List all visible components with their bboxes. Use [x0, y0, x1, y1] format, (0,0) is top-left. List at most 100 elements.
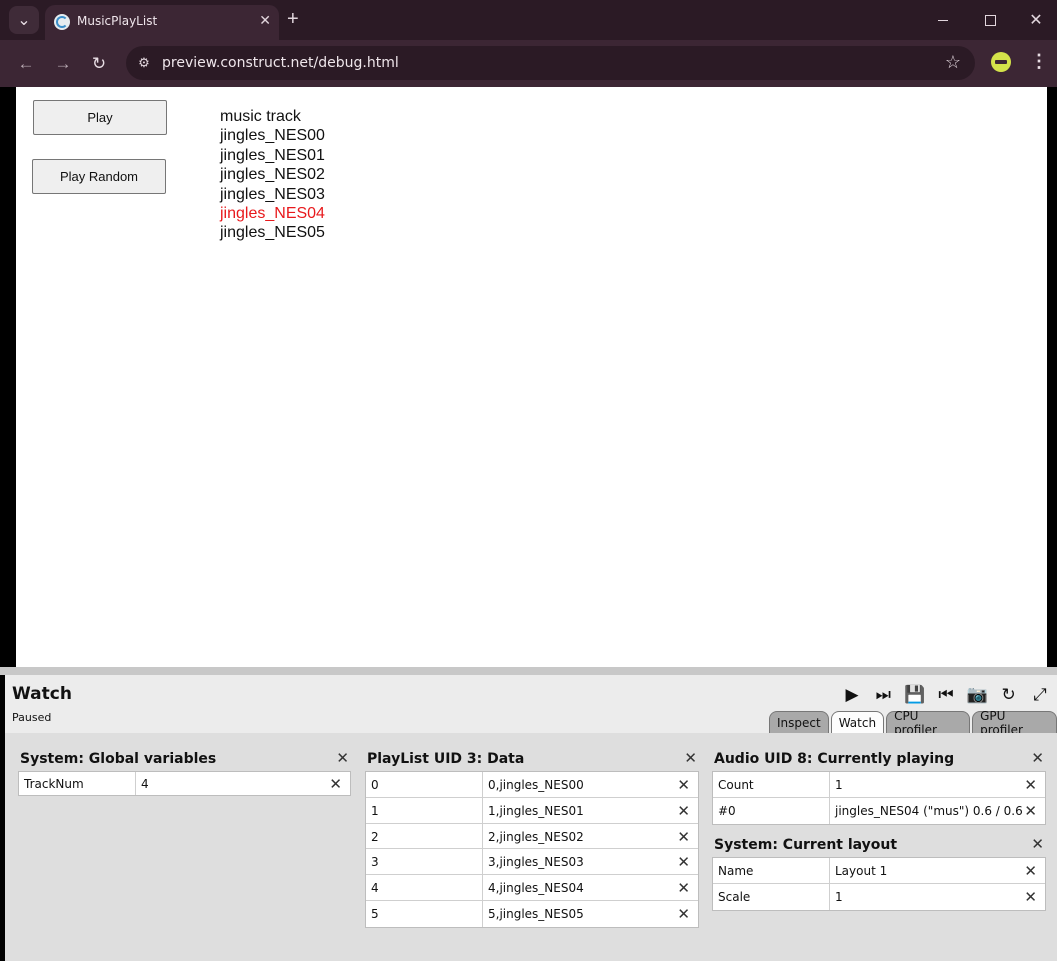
remove-section-icon[interactable]: ✕: [1031, 749, 1044, 767]
watch-value[interactable]: 0,jingles_NES00: [483, 772, 589, 797]
tab-inspect[interactable]: Inspect: [769, 711, 829, 733]
watch-row: 4 4,jingles_NES04 ✕: [366, 875, 698, 901]
debugger-panel: Watch Paused ▶ ⏭ 💾 ⏮ 📷 ↻ ⤢ Inspect Watch…: [5, 675, 1057, 961]
browser-titlebar: ⌄ MusicPlayList ✕ + ✕: [0, 0, 1057, 40]
remove-section-icon[interactable]: ✕: [336, 749, 349, 767]
tab-title: MusicPlayList: [77, 14, 158, 28]
watch-value[interactable]: 4,jingles_NES04: [483, 875, 589, 900]
watch-row: 3 3,jingles_NES03 ✕: [366, 849, 698, 876]
track-item: jingles_NES05: [220, 224, 325, 242]
watch-value[interactable]: 1,jingles_NES01: [483, 798, 589, 823]
forward-icon[interactable]: →: [51, 52, 75, 76]
watch-row: 2 2,jingles_NES02 ✕: [366, 823, 698, 850]
tab-gpu-profiler[interactable]: GPU profiler: [972, 709, 1057, 737]
remove-section-icon[interactable]: ✕: [1031, 835, 1044, 853]
debugger-status: Paused: [12, 711, 52, 724]
tab-list-icon[interactable]: ⌄: [9, 6, 39, 34]
extension-icon[interactable]: [991, 52, 1011, 72]
close-icon[interactable]: ✕: [259, 12, 271, 29]
browser-toolbar: ← → ↻ ⚙ preview.construct.net/debug.html…: [0, 40, 1057, 87]
watch-value[interactable]: 1: [830, 884, 848, 910]
plus-icon[interactable]: +: [287, 8, 299, 30]
watch-key: 5: [366, 900, 483, 927]
tab-cpu-profiler[interactable]: CPU profiler: [886, 709, 971, 737]
back-icon[interactable]: ←: [14, 52, 38, 76]
step-icon[interactable]: ⏭: [872, 685, 894, 705]
watch-row: Count 1 ✕: [713, 772, 1045, 798]
watch-area: System: Global variables ✕ TrackNum 4 ✕ …: [5, 733, 1057, 961]
watch-section-current-layout: System: Current layout ✕ Name Layout 1 ✕…: [712, 831, 1046, 911]
track-list: music track jingles_NES00 jingles_NES01 …: [220, 107, 325, 243]
watch-key: Count: [713, 772, 830, 797]
watch-row: 5 5,jingles_NES05 ✕: [366, 900, 698, 927]
tab-watch[interactable]: Watch: [830, 711, 885, 733]
watch-row: Scale 1 ✕: [713, 883, 1045, 910]
remove-watch-icon[interactable]: ✕: [677, 879, 690, 897]
remove-watch-icon[interactable]: ✕: [1024, 862, 1037, 880]
track-item-playing: jingles_NES04: [220, 205, 325, 223]
address-bar[interactable]: ⚙ preview.construct.net/debug.html ☆: [126, 46, 975, 80]
watch-key: TrackNum: [19, 772, 136, 795]
reload-icon[interactable]: ↻: [87, 52, 111, 76]
track-item: jingles_NES01: [220, 146, 325, 164]
watch-key: 2: [366, 823, 483, 849]
debugger-toolbar: ▶ ⏭ 💾 ⏮ 📷 ↻ ⤢: [841, 685, 1051, 705]
maximize-icon[interactable]: [975, 8, 1005, 32]
watch-value[interactable]: 4: [136, 772, 154, 795]
camera-icon[interactable]: 📷: [966, 685, 988, 705]
close-window-icon[interactable]: ✕: [1021, 8, 1051, 32]
watch-table: 0 0,jingles_NES00 ✕ 1 1,jingles_NES01 ✕ …: [365, 771, 699, 928]
reload-icon[interactable]: ↻: [998, 685, 1020, 705]
remove-watch-icon[interactable]: ✕: [1024, 802, 1037, 820]
watch-section-global-variables: System: Global variables ✕ TrackNum 4 ✕: [18, 745, 351, 796]
site-info-icon[interactable]: ⚙: [136, 55, 152, 71]
watch-section-playlist-data: PlayList UID 3: Data ✕ 0 0,jingles_NES00…: [365, 745, 699, 928]
remove-watch-icon[interactable]: ✕: [677, 776, 690, 794]
remove-watch-icon[interactable]: ✕: [677, 853, 690, 871]
watch-row: TrackNum 4 ✕: [19, 772, 350, 795]
watch-table: TrackNum 4 ✕: [18, 771, 351, 796]
track-item: jingles_NES00: [220, 127, 325, 145]
remove-watch-icon[interactable]: ✕: [677, 828, 690, 846]
restart-icon[interactable]: ⏮: [935, 685, 957, 705]
remove-watch-icon[interactable]: ✕: [677, 802, 690, 820]
play-icon[interactable]: ▶: [841, 685, 863, 705]
watch-key: Name: [713, 858, 830, 883]
watch-value[interactable]: 1: [830, 772, 848, 797]
more-icon[interactable]: ⋮: [1030, 51, 1048, 72]
remove-watch-icon[interactable]: ✕: [329, 775, 342, 793]
track-list-header: music track: [220, 108, 301, 125]
remove-watch-icon[interactable]: ✕: [677, 905, 690, 923]
browser-tab[interactable]: MusicPlayList ✕: [45, 5, 279, 40]
page-viewport: Play Play Random music track jingles_NES…: [0, 87, 1057, 667]
section-title: Audio UID 8: Currently playing: [714, 751, 955, 767]
watch-key: 0: [366, 772, 483, 797]
url-text[interactable]: preview.construct.net/debug.html: [162, 55, 399, 71]
watch-key: 3: [366, 849, 483, 875]
remove-watch-icon[interactable]: ✕: [1024, 888, 1037, 906]
watch-table: Count 1 ✕ #0 jingles_NES04 ("mus") 0.6 /…: [712, 771, 1046, 825]
watch-value[interactable]: 2,jingles_NES02: [483, 824, 589, 849]
remove-watch-icon[interactable]: ✕: [1024, 776, 1037, 794]
construct-favicon: [54, 14, 70, 30]
panel-splitter[interactable]: [0, 667, 1057, 675]
star-icon[interactable]: ☆: [945, 52, 961, 73]
remove-section-icon[interactable]: ✕: [684, 749, 697, 767]
watch-value[interactable]: 5,jingles_NES05: [483, 901, 589, 927]
play-random-button[interactable]: Play Random: [32, 159, 166, 194]
play-button[interactable]: Play: [33, 100, 167, 135]
save-icon[interactable]: 💾: [904, 685, 926, 705]
watch-value[interactable]: jingles_NES04 ("mus") 0.6 / 0.6: [830, 798, 1028, 824]
game-canvas[interactable]: Play Play Random music track jingles_NES…: [16, 87, 1047, 667]
minimize-icon[interactable]: [928, 8, 958, 32]
popout-icon[interactable]: ⤢: [1029, 685, 1051, 705]
watch-value[interactable]: Layout 1: [830, 858, 892, 883]
debugger-title: Watch: [12, 684, 72, 704]
watch-row: 0 0,jingles_NES00 ✕: [366, 772, 698, 798]
track-item: jingles_NES02: [220, 166, 325, 184]
watch-value[interactable]: 3,jingles_NES03: [483, 849, 589, 874]
watch-row: #0 jingles_NES04 ("mus") 0.6 / 0.6 ✕: [713, 797, 1045, 824]
watch-section-audio-playing: Audio UID 8: Currently playing ✕ Count 1…: [712, 745, 1046, 825]
watch-key: 1: [366, 797, 483, 823]
watch-key: #0: [713, 797, 830, 824]
